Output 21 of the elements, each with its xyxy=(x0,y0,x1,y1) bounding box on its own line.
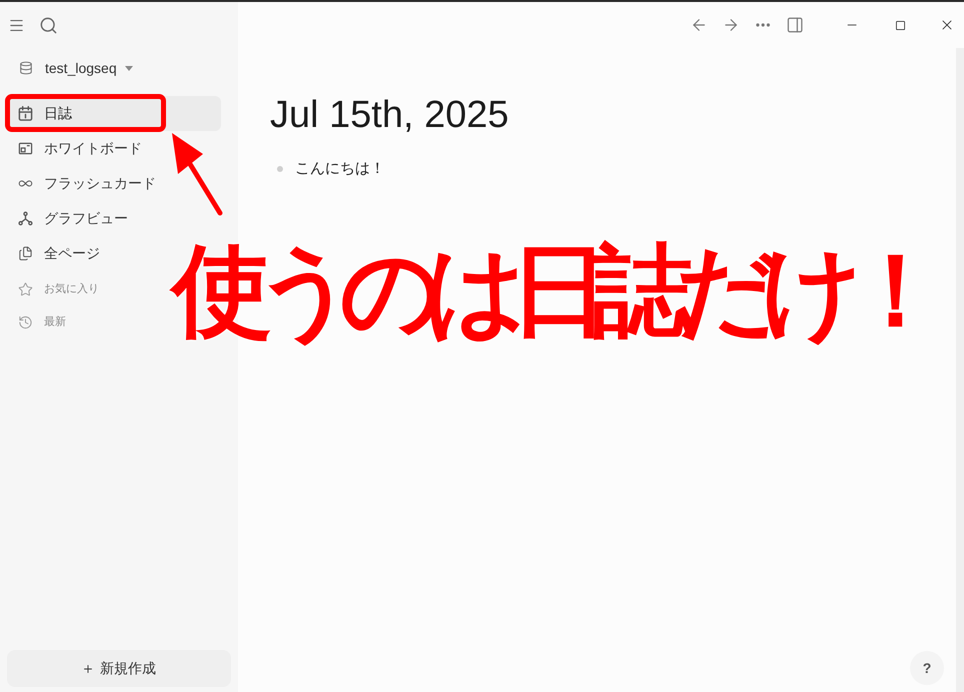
nav-item[interactable]: フラッシュカード xyxy=(8,166,221,201)
database-icon xyxy=(19,61,33,75)
panel-toggle-icon[interactable] xyxy=(786,16,804,34)
pages-icon xyxy=(18,246,33,261)
maximize-icon[interactable] xyxy=(894,20,906,30)
back-icon[interactable] xyxy=(690,16,708,34)
forward-icon[interactable] xyxy=(722,16,740,34)
plus-icon xyxy=(82,662,94,674)
caret-icon xyxy=(124,66,133,70)
calendar-icon xyxy=(18,106,33,121)
nodes-icon xyxy=(18,211,33,226)
page-title: Jul 15th, 2025 xyxy=(270,93,510,138)
new-page-button[interactable]: 新規作成 xyxy=(7,650,231,687)
star-icon xyxy=(18,282,33,297)
block-text: こんにちは！ xyxy=(295,158,385,179)
search-icon[interactable] xyxy=(39,16,58,34)
board-icon xyxy=(18,141,33,156)
graph-selector[interactable]: test_logseq xyxy=(8,52,133,84)
nav-item[interactable]: ホワイトボード xyxy=(8,131,221,166)
help-button[interactable]: ? xyxy=(910,651,944,685)
history-icon xyxy=(18,315,33,330)
